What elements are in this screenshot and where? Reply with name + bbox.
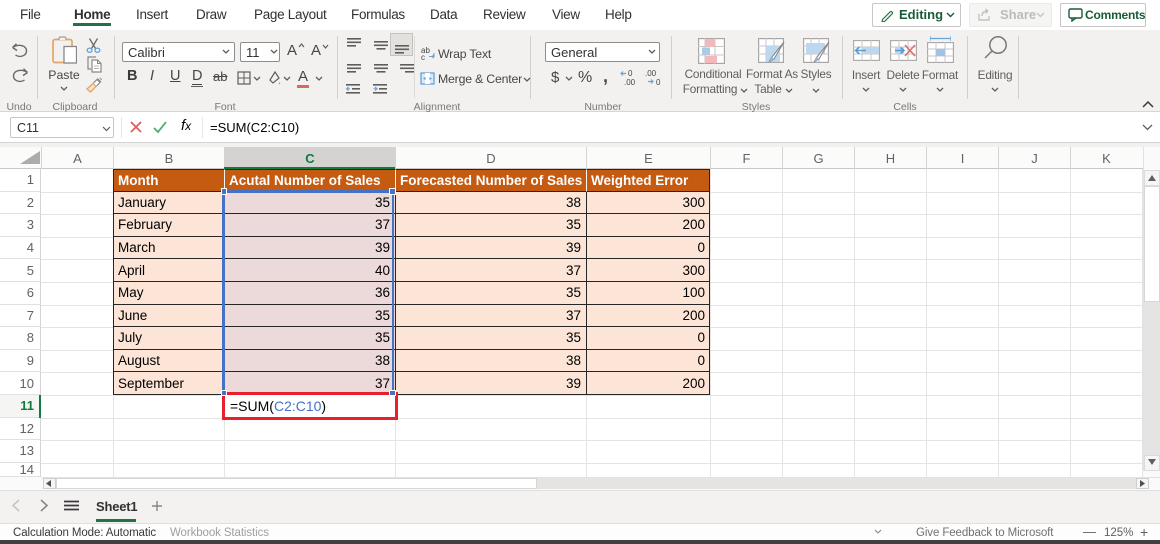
svg-text:.00: .00 [645,69,657,78]
svg-text:0: 0 [628,69,633,78]
svg-text:0: 0 [656,78,661,86]
svg-text:c: c [421,53,425,60]
svg-text:.00: .00 [624,78,636,86]
